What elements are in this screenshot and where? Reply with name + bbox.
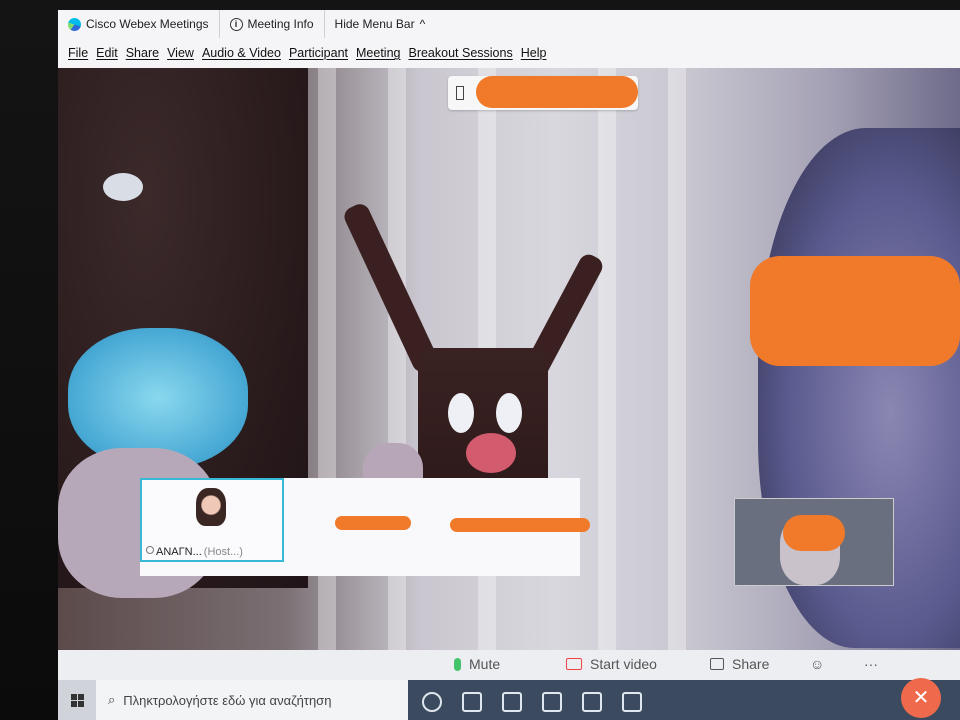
participant-tile-host[interactable]: ΑΝΑΓΝ... (Host...) [140,478,284,562]
redaction-mark [335,516,411,530]
reactions-button[interactable]: ☺ [810,656,824,672]
share-icon [710,658,724,670]
smiley-icon: ☺ [810,656,825,672]
menu-help[interactable]: Help [521,46,547,60]
windows-taskbar: ⌕ Πληκτρολογήστε εδώ για αναζήτηση [58,680,960,720]
task-view-icon[interactable] [462,692,482,712]
mute-button[interactable]: Mute [454,656,500,672]
toy-eye [103,173,143,201]
menu-breakout-sessions[interactable]: Breakout Sessions [408,46,512,60]
info-icon: i [229,17,243,31]
self-view-video[interactable] [734,498,894,586]
search-icon: ⌕ [108,692,116,707]
avatar [196,488,226,526]
start-video-button[interactable]: Start video [566,656,657,672]
end-meeting-button[interactable]: ✕ [901,678,941,718]
folder-icon[interactable] [582,692,602,712]
reindeer-eye [448,393,474,433]
curtain-stripe [668,68,686,650]
menu-participant[interactable]: Participant [289,46,348,60]
cortana-icon[interactable] [422,692,442,712]
participant-name: ΑΝΑΓΝ... (Host...) [156,546,243,558]
microphone-icon [454,657,461,671]
start-button[interactable] [58,680,96,720]
menu-bar: File Edit Share View Audio & Video Parti… [58,38,960,69]
menu-share[interactable]: Share [126,46,159,60]
reindeer-eye [496,393,522,433]
webex-logo-icon [68,17,81,31]
share-button[interactable]: Share [710,656,769,672]
toy-scarf [68,328,248,468]
menu-view[interactable]: View [167,46,194,60]
more-options-button[interactable]: ··· [864,656,878,672]
camera-icon [566,658,582,670]
phone-icon [456,86,464,100]
audio-icon [146,546,154,554]
menu-file[interactable]: File [68,46,88,60]
title-bar: Cisco Webex Meetings i Meeting Info Hide… [58,10,960,38]
taskbar-apps [408,680,960,720]
redaction-mark [450,518,590,532]
hide-menu-bar-button[interactable]: Hide Menu Bar ^ [325,10,436,38]
menu-edit[interactable]: Edit [96,46,118,60]
taskbar-search[interactable]: ⌕ Πληκτρολογήστε εδώ για αναζήτηση [96,680,420,720]
app-icon[interactable] [622,692,642,712]
chevron-up-icon: ^ [419,17,426,31]
menu-meeting[interactable]: Meeting [356,46,400,60]
curtain-stripe [598,68,616,650]
edge-icon[interactable] [502,692,522,712]
participant-strip: ΑΝΑΓΝ... (Host...) [140,478,590,576]
redaction-mark [783,515,845,551]
windows-icon [70,693,84,707]
meeting-controls: Mute Start video Share ☺ ··· [58,650,960,680]
store-icon[interactable] [542,692,562,712]
app-title: Cisco Webex Meetings [58,10,220,38]
redaction-mark [750,256,960,366]
menu-audio-video[interactable]: Audio & Video [202,46,281,60]
reindeer-nose [466,433,516,473]
meeting-info-button[interactable]: i Meeting Info [220,10,325,38]
redaction-mark [476,76,638,108]
webex-window: Cisco Webex Meetings i Meeting Info Hide… [58,10,960,720]
